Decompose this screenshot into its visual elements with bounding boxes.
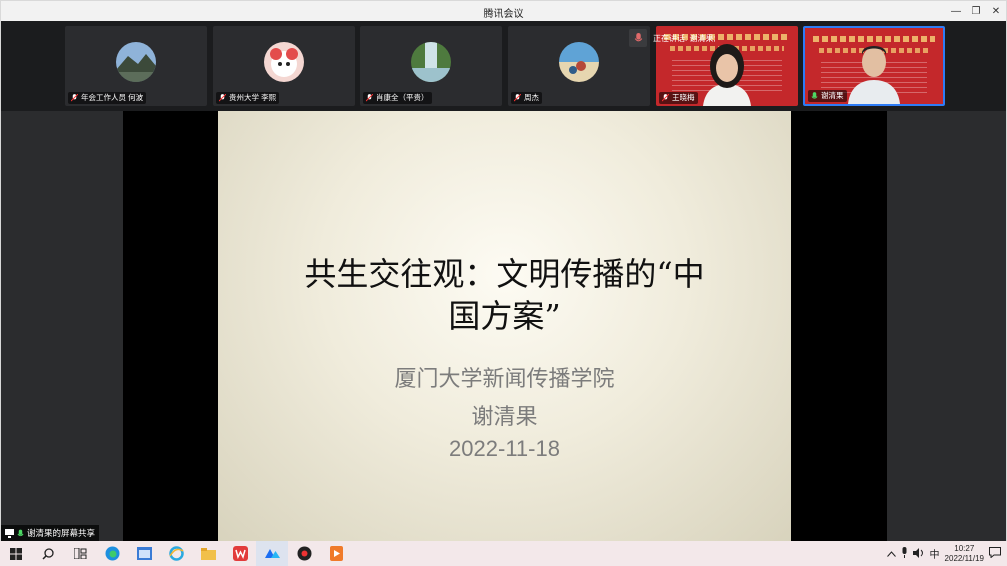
- close-button[interactable]: ✕: [986, 1, 1006, 21]
- windows-start-icon[interactable]: [0, 541, 32, 566]
- mic-active-icon: [17, 529, 24, 536]
- participant-name: 贵州大学 李熙: [229, 93, 277, 102]
- window-title: 腾讯会议: [483, 9, 524, 20]
- clock-time: 10:27: [954, 543, 975, 553]
- taskbar: 中 10:27 2022/11/19: [0, 541, 1007, 566]
- slide-title: 共生交往观：文明传播的“中 国方案”: [258, 253, 751, 337]
- share-notice-label: 谢清果的屏幕共享: [27, 528, 96, 538]
- participant-strip: 年会工作人员 何波 贵州大学 李熙 肖康全（平贵） 周杰 王晓梅 谢清果 正在讲…: [1, 21, 1006, 111]
- ime-indicator[interactable]: 中: [930, 546, 940, 561]
- participant-tile[interactable]: 肖康全（平贵）: [360, 26, 502, 106]
- chevron-up-icon[interactable]: [886, 549, 896, 559]
- title-bar: 腾讯会议 — ❐ ✕: [1, 1, 1006, 21]
- mic-muted-icon: [514, 94, 521, 102]
- mic-muted-icon: [219, 94, 226, 102]
- participant-label: 年会工作人员 何波: [68, 92, 147, 104]
- mic-muted-icon: [366, 94, 373, 102]
- slide-title-line: 国方案”: [448, 297, 561, 335]
- participant-video: [703, 44, 751, 106]
- presentation-slide: 共生交往观：文明传播的“中 国方案” 厦门大学新闻传播学院 谢清果 2022-1…: [218, 111, 791, 542]
- participant-label: 肖康全（平贵）: [363, 92, 432, 104]
- microphone-icon[interactable]: [901, 547, 908, 560]
- participant-label: 王晓梅: [659, 92, 698, 104]
- recorder-app-icon[interactable]: [288, 541, 320, 566]
- clock-date: 2022/11/19: [944, 553, 984, 563]
- speaker-mic-icon: [629, 29, 647, 47]
- participant-tile[interactable]: 年会工作人员 何波: [65, 26, 207, 106]
- screen-share-notice[interactable]: 谢清果的屏幕共享: [1, 525, 100, 541]
- wps-office-icon[interactable]: [224, 541, 256, 566]
- media-player-icon[interactable]: [320, 541, 352, 566]
- participant-video: [848, 46, 900, 104]
- speaking-label: 正在讲话: 谢清果;: [653, 33, 716, 43]
- tencent-meeting-icon[interactable]: [256, 541, 288, 566]
- restore-button[interactable]: ❐: [966, 1, 986, 21]
- mic-muted-icon: [662, 94, 669, 102]
- speaking-indicator: 正在讲话: 谢清果;: [629, 29, 716, 47]
- meeting-window: 腾讯会议 — ❐ ✕ 年会工作人员 何波 贵州大学 李熙 肖康全（平贵） 周杰 …: [0, 0, 1007, 542]
- participant-label: 贵州大学 李熙: [216, 92, 280, 104]
- slide-title-line: 共生交往观：文明传播的“中: [304, 255, 705, 293]
- task-view-icon[interactable]: [64, 541, 96, 566]
- mic-active-icon: [811, 92, 818, 99]
- volume-icon[interactable]: [912, 547, 925, 560]
- participant-label: 周杰: [511, 92, 542, 104]
- slide-institution: 厦门大学新闻传播学院: [394, 366, 615, 391]
- file-explorer-icon[interactable]: [192, 541, 224, 566]
- minimize-button[interactable]: —: [946, 1, 966, 21]
- beach-avatar: [559, 42, 599, 82]
- mic-muted-icon: [71, 94, 78, 102]
- cartoon-avatar: [264, 42, 304, 82]
- notification-icon[interactable]: [989, 547, 1001, 560]
- landscape-avatar: [116, 42, 156, 82]
- search-icon[interactable]: [32, 541, 64, 566]
- participant-name: 年会工作人员 何波: [81, 93, 144, 102]
- active-speaker-tile[interactable]: 谢清果: [803, 26, 945, 106]
- edge-browser-icon[interactable]: [96, 541, 128, 566]
- waterfall-avatar: [411, 42, 451, 82]
- participant-name: 肖康全（平贵）: [376, 93, 429, 102]
- participant-name: 周杰: [524, 93, 539, 102]
- taskbar-clock[interactable]: 10:27 2022/11/19: [945, 544, 984, 564]
- app-window-icon[interactable]: [128, 541, 160, 566]
- participant-label: 谢清果: [808, 90, 847, 102]
- slide-date: 2022-11-18: [449, 436, 560, 461]
- internet-explorer-icon[interactable]: [160, 541, 192, 566]
- screen-icon: [5, 528, 14, 538]
- slide-author: 谢清果: [471, 404, 538, 429]
- participant-name: 谢清果: [821, 91, 844, 100]
- participant-name: 王晓梅: [672, 93, 695, 102]
- screen-share-area: 共生交往观：文明传播的“中 国方案” 厦门大学新闻传播学院 谢清果 2022-1…: [1, 111, 1006, 542]
- participant-tile[interactable]: 贵州大学 李熙: [213, 26, 355, 106]
- system-tray: 中 10:27 2022/11/19: [886, 541, 1007, 566]
